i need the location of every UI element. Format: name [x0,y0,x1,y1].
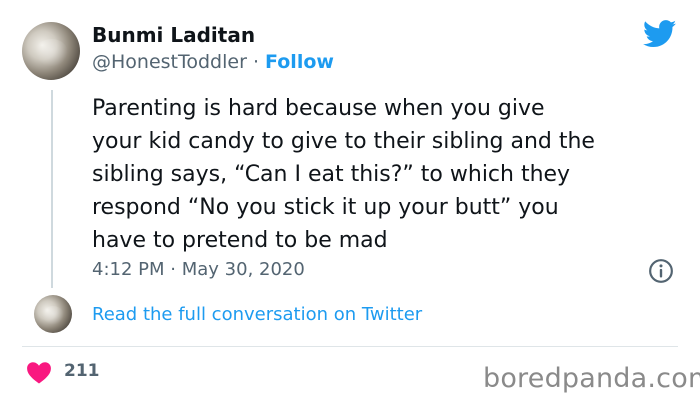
thread-line [51,90,53,288]
info-icon[interactable] [648,258,674,284]
author-avatar[interactable] [22,22,80,80]
tweet-date[interactable]: May 30, 2020 [182,259,305,280]
handle-separator: · [252,51,259,73]
reply-avatar[interactable] [34,295,72,333]
timestamp-separator: · [170,259,176,280]
follow-button[interactable]: Follow [265,51,334,73]
tweet-timestamp[interactable]: 4:12 PM · May 30, 2020 [92,259,305,280]
tweet-time[interactable]: 4:12 PM [92,259,165,280]
read-conversation-link[interactable]: Read the full conversation on Twitter [92,304,422,325]
watermark: boredpanda.com [483,363,700,394]
author-handle[interactable]: @HonestToddler [92,51,247,73]
like-count: 211 [64,361,100,381]
author-name[interactable]: Bunmi Laditan [92,23,255,47]
heart-icon[interactable] [26,360,52,384]
author-handle-row: @HonestToddler · Follow [92,51,334,73]
divider [22,346,678,347]
tweet-text: Parenting is hard because when you give … [92,96,595,253]
twitter-bird-icon[interactable] [643,20,677,48]
